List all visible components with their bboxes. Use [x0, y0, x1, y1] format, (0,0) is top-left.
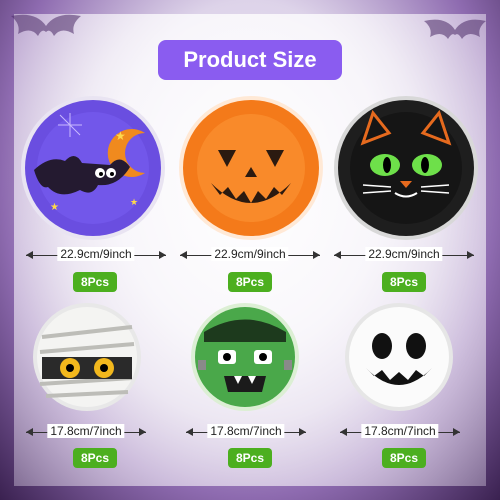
page-title: Product Size: [158, 40, 342, 80]
size-label: 22.9cm/9inch: [211, 247, 289, 261]
bat-silhouette-icon: [11, 14, 81, 36]
bat-silhouette-icon: [424, 19, 486, 39]
frankenstein-plate-image: [191, 303, 299, 411]
quantity-badge: 8Pcs: [73, 272, 117, 292]
product-size-graphic: Product Size ★ ★ ★ 22.9cm/9inch 22.9cm/9…: [0, 0, 500, 500]
svg-text:★: ★: [50, 202, 59, 213]
bat-plate-image: ★ ★ ★: [21, 96, 165, 240]
pumpkin-plate-image: [179, 96, 323, 240]
size-label: 22.9cm/9inch: [365, 247, 443, 261]
size-label: 17.8cm/7inch: [207, 424, 285, 438]
size-dimension: 17.8cm/7inch: [186, 424, 306, 439]
quantity-badge: 8Pcs: [73, 448, 117, 468]
size-dimension: 22.9cm/9inch: [180, 247, 320, 262]
size-label: 17.8cm/7inch: [361, 424, 439, 438]
ghost-plate-image: [345, 303, 453, 411]
quantity-badge: 8Pcs: [228, 272, 272, 292]
quantity-badge: 8Pcs: [382, 272, 426, 292]
svg-text:★: ★: [130, 197, 138, 207]
mummy-plate-image: [33, 303, 141, 411]
size-dimension: 22.9cm/9inch: [334, 247, 474, 262]
size-dimension: 22.9cm/9inch: [26, 247, 166, 262]
size-label: 17.8cm/7inch: [47, 424, 125, 438]
cat-plate-image: [334, 96, 478, 240]
quantity-badge: 8Pcs: [228, 448, 272, 468]
size-dimension: 17.8cm/7inch: [26, 424, 146, 439]
size-dimension: 17.8cm/7inch: [340, 424, 460, 439]
size-label: 22.9cm/9inch: [57, 247, 135, 261]
quantity-badge: 8Pcs: [382, 448, 426, 468]
svg-text:★: ★: [115, 129, 126, 143]
